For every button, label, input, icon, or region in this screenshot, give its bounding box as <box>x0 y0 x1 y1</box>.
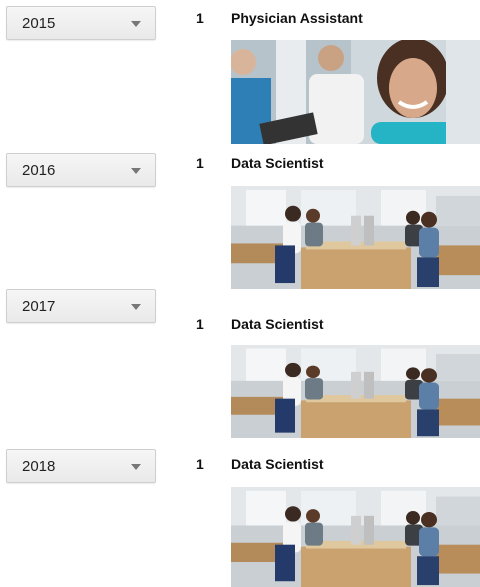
year-dropdown-2018[interactable]: 2018 <box>6 449 156 483</box>
rank-label: 1 <box>196 10 204 26</box>
office-workers-photo <box>231 186 480 289</box>
chevron-down-icon <box>131 304 141 310</box>
chevron-down-icon <box>131 168 141 174</box>
job-title: Data Scientist <box>231 456 324 472</box>
chevron-down-icon <box>131 21 141 27</box>
healthcare-team-photo <box>231 40 480 144</box>
office-workers-photo <box>231 345 480 438</box>
year-dropdown-2015[interactable]: 2015 <box>6 6 156 40</box>
chevron-down-icon <box>131 464 141 470</box>
job-title: Data Scientist <box>231 155 324 171</box>
year-dropdown-value: 2016 <box>22 162 56 179</box>
year-dropdown-2017[interactable]: 2017 <box>6 289 156 323</box>
rank-label: 1 <box>196 155 204 171</box>
office-workers-photo <box>231 487 480 587</box>
job-title: Physician Assistant <box>231 10 363 26</box>
rank-label: 1 <box>196 456 204 472</box>
year-dropdown-value: 2017 <box>22 298 56 315</box>
year-dropdown-2016[interactable]: 2016 <box>6 153 156 187</box>
rank-label: 1 <box>196 316 204 332</box>
year-dropdown-value: 2015 <box>22 15 56 32</box>
job-title: Data Scientist <box>231 316 324 332</box>
year-dropdown-value: 2018 <box>22 458 56 475</box>
